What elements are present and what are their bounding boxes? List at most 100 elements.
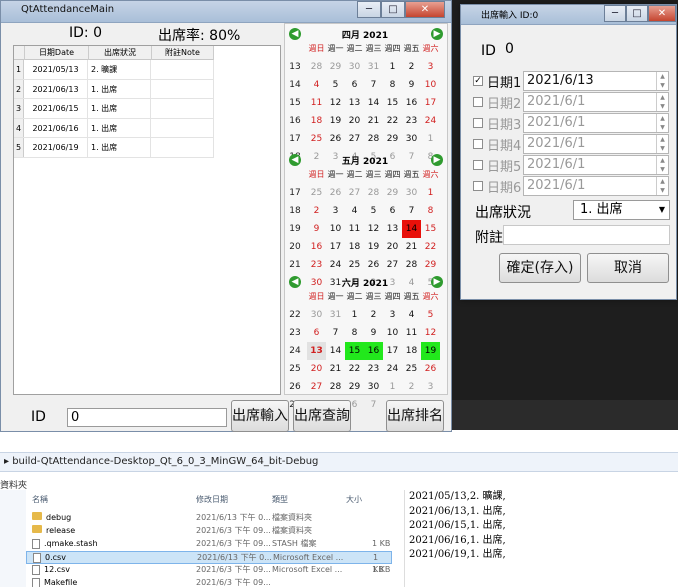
calendar-day[interactable]: 28 (307, 58, 326, 76)
month-calendar[interactable]: ◀ ▶ 四月 2021 週日 週一 週二 週三 週四 週五 週六 13 28 29 30 31 1 2 3 14 4 5… (285, 26, 447, 162)
calendar-day[interactable]: 22 (383, 112, 402, 130)
file-row[interactable]: Makefile 2021/6/3 下午 09... (26, 577, 392, 587)
calendar-day[interactable]: 1 (421, 130, 440, 148)
date-checkbox[interactable] (473, 139, 483, 149)
date-edit[interactable]: 2021/6/1 ▲ ▼ (523, 113, 669, 133)
month-calendar[interactable]: ◀ ▶ 六月 2021 週日 週一 週二 週三 週四 週五 週六 22 30 31 1 2 3 4 5 23 6 7 8 9… (285, 274, 447, 410)
date-edit[interactable]: 2021/6/1 ▲ ▼ (523, 155, 669, 175)
month-year-label[interactable]: 六月 2021 (325, 276, 405, 291)
calendar-day[interactable]: 7 (402, 202, 421, 220)
calendar-day[interactable]: 11 (402, 324, 421, 342)
month-label[interactable]: 五月 (342, 157, 360, 167)
calendar-day[interactable]: 7 (364, 76, 383, 94)
file-row[interactable]: 0.csv 2021/6/13 下午 0... Microsoft Excel ..… (26, 551, 392, 574)
calendar-day[interactable]: 13 (345, 94, 364, 112)
calendar-day[interactable]: 4 (402, 306, 421, 324)
prev-month-icon[interactable]: ◀ (289, 28, 301, 40)
calendar-day[interactable]: 12 (364, 220, 383, 238)
calendar-day[interactable]: 11 (345, 220, 364, 238)
calendar-day[interactable]: 23 (402, 112, 421, 130)
table-row[interactable]: 1 2021/05/13 2. 曠課 (14, 60, 214, 80)
calendar-day[interactable]: 27 (307, 378, 326, 396)
year-label[interactable]: 2021 (363, 31, 388, 41)
calendar-day[interactable]: 7 (326, 324, 345, 342)
cell-note[interactable] (151, 99, 214, 118)
file-row[interactable]: .qmake.stash 2021/6/3 下午 09... STASH 檔案 1 K… (26, 538, 392, 551)
calendar-day[interactable]: 30 (307, 306, 326, 324)
calendar-day[interactable]: 19 (364, 238, 383, 256)
attendance-query-button[interactable]: 出席查詢 (293, 400, 351, 432)
calendar-day[interactable]: 23 (364, 360, 383, 378)
calendar-day[interactable]: 18 (402, 342, 421, 360)
calendar-day[interactable]: 14 (364, 94, 383, 112)
cell-note[interactable] (151, 79, 214, 98)
calendar-day[interactable]: 2 (402, 58, 421, 76)
cell-date[interactable]: 2021/06/19 (24, 138, 88, 157)
table-row[interactable]: 2 2021/06/13 1. 出席 (14, 79, 214, 99)
prev-month-icon[interactable]: ◀ (289, 276, 301, 288)
calendar-day[interactable]: 8 (345, 324, 364, 342)
next-month-icon[interactable]: ▶ (431, 276, 443, 288)
calendar-day[interactable]: 29 (326, 58, 345, 76)
calendar-day[interactable]: 31 (326, 306, 345, 324)
calendar-day[interactable]: 7 (364, 396, 383, 414)
calendar-day[interactable]: 16 (364, 342, 383, 360)
next-month-icon[interactable]: ▶ (431, 154, 443, 166)
header-date[interactable]: 日期Date (24, 46, 88, 60)
calendar-day[interactable]: 14 (326, 342, 345, 360)
calendar-day[interactable]: 29 (345, 378, 364, 396)
spin-arrows-icon[interactable]: ▲ ▼ (656, 156, 668, 174)
calendar-day[interactable]: 25 (345, 256, 364, 274)
calendar-day[interactable]: 12 (326, 94, 345, 112)
month-year-label[interactable]: 四月 2021 (325, 28, 405, 43)
file-row[interactable]: release 2021/6/3 下午 09... 檔案資料夾 (26, 525, 392, 538)
month-label[interactable]: 四月 (342, 31, 360, 41)
calendar-day[interactable]: 17 (326, 238, 345, 256)
date-checkbox[interactable]: ✓ (473, 76, 483, 86)
address-bar[interactable]: ▸ build-QtAttendance-Desktop_Qt_6_0_3_Mi… (0, 452, 678, 472)
cell-note[interactable] (151, 118, 214, 137)
cell-note[interactable] (151, 138, 214, 157)
calendar-day[interactable]: 13 (307, 342, 326, 360)
cell-status[interactable]: 1. 出席 (88, 79, 151, 99)
calendar-day[interactable]: 1 (383, 378, 402, 396)
calendar-day[interactable]: 30 (364, 378, 383, 396)
calendar-day[interactable]: 28 (402, 256, 421, 274)
calendar-day[interactable]: 2 (364, 306, 383, 324)
calendar-day[interactable]: 26 (326, 184, 345, 202)
calendar-day[interactable]: 27 (345, 130, 364, 148)
calendar-day[interactable]: 21 (326, 360, 345, 378)
calendar-day[interactable]: 5 (364, 202, 383, 220)
minimize-icon[interactable]: ─ (357, 1, 381, 18)
cell-date[interactable]: 2021/06/16 (24, 118, 88, 138)
cell-date[interactable]: 2021/06/15 (24, 99, 88, 118)
calendar-day[interactable]: 23 (307, 256, 326, 274)
cell-date[interactable]: 2021/06/13 (24, 79, 88, 99)
calendar-day[interactable]: 5 (421, 306, 440, 324)
calendar-day[interactable]: 10 (326, 220, 345, 238)
attendance-rank-button[interactable]: 出席排名 (386, 400, 444, 432)
col-name[interactable]: 名稱 (32, 494, 48, 505)
calendar-day[interactable]: 10 (383, 324, 402, 342)
note-input[interactable] (503, 225, 670, 245)
col-date[interactable]: 修改日期 (196, 494, 228, 505)
status-select[interactable]: 1. 出席 ▼ (573, 200, 670, 220)
calendar-day[interactable]: 25 (307, 184, 326, 202)
year-label[interactable]: 2021 (363, 279, 388, 289)
date-edit[interactable]: 2021/6/1 ▲ ▼ (523, 176, 669, 196)
next-month-icon[interactable]: ▶ (431, 28, 443, 40)
calendar-day[interactable]: 25 (307, 130, 326, 148)
calendar-day[interactable]: 22 (421, 238, 440, 256)
calendar-day[interactable]: 18 (345, 238, 364, 256)
calendar-day[interactable]: 15 (345, 342, 364, 360)
calendar-day[interactable]: 3 (421, 378, 440, 396)
calendar-day[interactable]: 30 (402, 184, 421, 202)
calendar-day[interactable]: 28 (364, 184, 383, 202)
date-checkbox[interactable] (473, 97, 483, 107)
spin-arrows-icon[interactable]: ▲ ▼ (656, 135, 668, 153)
spin-arrows-icon[interactable]: ▲ ▼ (656, 93, 668, 111)
table-row[interactable]: 3 2021/06/15 1. 出席 (14, 99, 214, 119)
calendar-day[interactable]: 9 (402, 76, 421, 94)
calendar-day[interactable]: 24 (326, 256, 345, 274)
calendar-day[interactable]: 29 (383, 184, 402, 202)
